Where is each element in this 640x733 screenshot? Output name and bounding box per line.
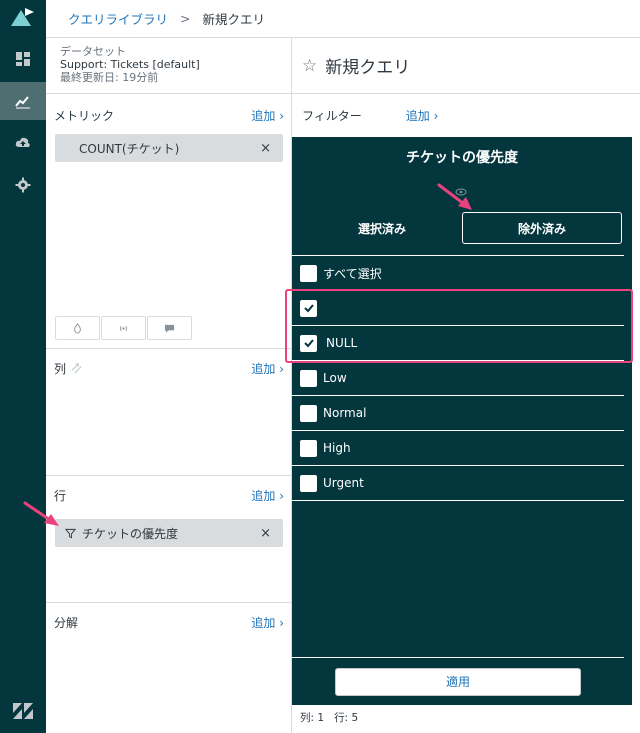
settings-nav-button[interactable] bbox=[0, 166, 46, 204]
list-item-label: Low bbox=[323, 371, 347, 385]
cloud-upload-icon bbox=[15, 137, 30, 147]
dataset-label: データセット bbox=[60, 45, 126, 58]
rows-add-link[interactable]: 追加 › bbox=[251, 487, 284, 504]
dashboard-nav-button[interactable] bbox=[0, 40, 46, 78]
nav-rail bbox=[0, 0, 46, 733]
metric-pill[interactable]: COUNT(チケット) × bbox=[55, 134, 283, 162]
apply-button[interactable]: 適用 bbox=[335, 667, 581, 696]
tab-selected[interactable]: 選択済み bbox=[304, 212, 460, 244]
breadcrumb: クエリライブラリ > 新規クエリ bbox=[46, 0, 640, 38]
color-button[interactable] bbox=[55, 316, 100, 340]
select-all-item[interactable]: すべて選択 bbox=[292, 256, 624, 291]
list-item[interactable]: Urgent bbox=[292, 466, 624, 501]
rows-section: 行 追加 › チケットの優先度 × bbox=[46, 476, 292, 603]
dashboard-icon bbox=[16, 52, 30, 66]
list-item[interactable]: Low bbox=[292, 361, 624, 396]
filter-add-link[interactable]: 追加 › bbox=[406, 107, 439, 124]
filter-label: フィルター bbox=[302, 109, 362, 123]
query-builder-panel: データセット Support: Tickets [default] 最終更新日:… bbox=[46, 38, 292, 733]
metrics-add-link[interactable]: 追加 › bbox=[251, 107, 284, 124]
columns-add-link[interactable]: 追加 › bbox=[251, 360, 284, 377]
zendesk-logo-icon[interactable] bbox=[11, 701, 35, 721]
row-pill[interactable]: チケットの優先度 × bbox=[55, 519, 283, 547]
row-remove-icon[interactable]: × bbox=[260, 526, 271, 541]
row-pill-label: チケットの優先度 bbox=[82, 526, 179, 541]
filter-popover: チケットの優先度 選択済み 除外済み すべて選択 NULL Low Normal… bbox=[292, 137, 632, 705]
dataset-info[interactable]: データセット Support: Tickets [default] 最終更新日:… bbox=[46, 38, 291, 94]
item-checkbox[interactable] bbox=[300, 474, 317, 492]
select-all-checkbox[interactable] bbox=[300, 264, 317, 282]
metric-option-buttons bbox=[55, 316, 193, 340]
status-rows: 行: 5 bbox=[334, 712, 359, 724]
list-item-label: Normal bbox=[323, 406, 367, 420]
item-checkbox[interactable] bbox=[300, 369, 317, 387]
breakdown-title: 分解 bbox=[54, 615, 79, 630]
metrics-section: メトリック 追加 › COUNT(チケット) × bbox=[46, 100, 292, 349]
filter-bar: フィルター 追加 › bbox=[292, 94, 640, 137]
breakdown-section: 分解 追加 › bbox=[46, 603, 292, 733]
speech-bubble-icon bbox=[164, 324, 175, 333]
line-chart-icon bbox=[15, 96, 30, 109]
tab-excluded[interactable]: 除外済み bbox=[462, 212, 622, 244]
gear-icon bbox=[15, 177, 31, 193]
annotation-arrow-icon bbox=[23, 501, 59, 526]
annotation-arrow-icon bbox=[437, 183, 472, 210]
upload-nav-button[interactable] bbox=[0, 124, 46, 162]
breadcrumb-separator: > bbox=[180, 11, 191, 26]
list-item[interactable]: High bbox=[292, 431, 624, 466]
status-bar: 列: 1 行: 5 bbox=[300, 710, 368, 725]
breakdown-add-link[interactable]: 追加 › bbox=[251, 614, 284, 631]
columns-title: 列 bbox=[54, 361, 67, 376]
filter-popover-title: チケットの優先度 bbox=[406, 150, 518, 166]
breadcrumb-current: 新規クエリ bbox=[202, 12, 266, 27]
query-nav-button[interactable] bbox=[0, 82, 46, 120]
dataset-name: Support: Tickets [default] bbox=[60, 58, 200, 71]
dataset-updated: 最終更新日: 19分前 bbox=[60, 71, 159, 84]
columns-section: 列 追加 › bbox=[46, 349, 292, 476]
signal-button[interactable] bbox=[101, 316, 146, 340]
filter-icon bbox=[65, 528, 76, 538]
columns-title-wrap: 列 bbox=[54, 360, 83, 377]
item-checkbox[interactable] bbox=[300, 439, 317, 457]
metric-pill-label: COUNT(チケット) bbox=[79, 141, 180, 156]
query-header: ☆ 新規クエリ bbox=[292, 38, 640, 94]
list-item[interactable]: Normal bbox=[292, 396, 624, 431]
query-title[interactable]: 新規クエリ bbox=[325, 53, 410, 78]
drop-icon bbox=[74, 322, 81, 334]
list-item-label: Urgent bbox=[323, 476, 364, 490]
list-item-label: High bbox=[323, 441, 351, 455]
status-columns: 列: 1 bbox=[300, 712, 325, 724]
comment-button[interactable] bbox=[147, 316, 192, 340]
breadcrumb-query-library-link[interactable]: クエリライブラリ bbox=[68, 9, 168, 28]
explore-logo-icon[interactable] bbox=[9, 6, 37, 28]
metric-remove-icon[interactable]: × bbox=[260, 141, 271, 156]
swap-icon[interactable] bbox=[70, 362, 83, 374]
item-checkbox[interactable] bbox=[300, 404, 317, 422]
metrics-title: メトリック bbox=[54, 108, 115, 123]
broadcast-icon bbox=[120, 325, 127, 331]
filter-popover-footer: 適用 bbox=[292, 657, 624, 705]
annotation-highlight-box bbox=[285, 289, 633, 363]
select-all-label: すべて選択 bbox=[323, 266, 382, 281]
star-icon[interactable]: ☆ bbox=[302, 56, 317, 76]
